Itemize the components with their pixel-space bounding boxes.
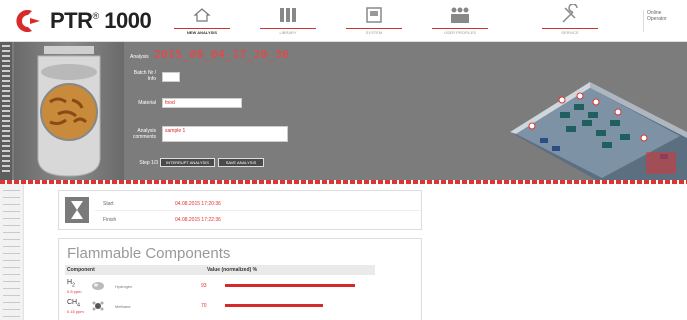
system-icon [366, 7, 382, 23]
library-icon [280, 8, 296, 22]
analysis-label: Analysis [130, 54, 149, 60]
home-icon [193, 8, 211, 22]
finish-label: Finish [103, 217, 117, 223]
plant-3d-view [510, 82, 687, 182]
user-status[interactable]: Online Operator [643, 10, 683, 32]
logo-trademark: ® [92, 11, 100, 21]
nav-label: NEW ANALYSIS [174, 28, 230, 35]
nav-label: SERVICE [542, 28, 598, 35]
divider [95, 210, 421, 211]
flammable-components-card: Flammable Components Component Value (no… [58, 238, 422, 320]
interrupt-analysis-button[interactable]: INTERRUPT ANALYSIS [160, 158, 215, 167]
component-name: Hydrogen [115, 284, 133, 289]
finish-value: 04.08.2015 17:22:36 [175, 217, 221, 223]
component-formula: H2 0.5 ppm [67, 279, 81, 294]
nav-service[interactable]: SERVICE [534, 2, 606, 40]
analysis-form: Analysis 2015_08_04_17_20_36 [130, 48, 310, 61]
nav-label: LIBRARY [260, 28, 316, 35]
material-label: Material [138, 100, 156, 106]
component-bar [225, 304, 323, 307]
component-name: Methane [115, 304, 131, 309]
batch-input[interactable] [162, 72, 180, 82]
analysis-status-card: Start 04.08.2015 17:20:36 Finish 04.08.2… [58, 190, 422, 230]
logo-number: 1000 [104, 8, 152, 33]
methane-icon [92, 301, 104, 311]
flammable-title: Flammable Components [67, 245, 231, 262]
top-navigation-bar: PTR® 1000 NEW ANALYSIS LIBRARY SYSTEM US… [0, 0, 687, 42]
hourglass-icon [65, 197, 89, 223]
sample-vessel-image [14, 42, 124, 182]
nav-system[interactable]: SYSTEM [338, 2, 410, 40]
component-formula: CH4 0.15 ppm [67, 299, 84, 314]
analysis-row: Analysis 2015_08_04_17_20_36 [130, 48, 310, 61]
material-input[interactable]: food [162, 98, 242, 108]
panel-sidebar-strip [0, 42, 12, 182]
component-value: 93 [201, 283, 207, 289]
col-value: Value (normalized) % [207, 267, 258, 273]
component-row: CH4 0.15 ppm Methane 70 [65, 299, 385, 317]
start-value: 04.08.2015 17:20:36 [175, 201, 221, 207]
formula-text: CH [67, 299, 78, 306]
user-status-line2: Operator [647, 16, 667, 22]
service-icon [562, 4, 578, 23]
component-bar [225, 284, 355, 287]
left-sidebar [0, 184, 24, 320]
logo-text: PTR [50, 8, 93, 33]
analysis-id: 2015_08_04_17_20_36 [154, 48, 290, 61]
component-ppm: 0.5 ppm [67, 289, 82, 295]
users-icon [451, 7, 469, 23]
formula-sub: 2 [72, 282, 75, 289]
nav-new-analysis[interactable]: NEW ANALYSIS [166, 2, 238, 40]
nav-library[interactable]: LIBRARY [252, 2, 324, 40]
hydrogen-icon [92, 282, 104, 290]
components-table-header: Component Value (normalized) % [65, 265, 375, 275]
component-row: H2 0.5 ppm Hydrogen 93 [65, 279, 385, 297]
nav-label: USER PROFILES [432, 28, 488, 35]
component-ppm: 0.15 ppm [67, 309, 84, 315]
comment-input[interactable]: sample 1 [162, 126, 288, 142]
logo[interactable]: PTR® 1000 [10, 8, 152, 34]
col-component: Component [67, 267, 95, 273]
panel-separator [0, 180, 687, 184]
ptr-logo-icon [16, 10, 40, 32]
nav-user-profiles[interactable]: USER PROFILES [424, 2, 496, 40]
step-label: Step 1/3 [139, 160, 158, 166]
formula-sub: 4 [77, 302, 80, 309]
component-value: 70 [201, 303, 207, 309]
comment-label: Analysis comments [132, 128, 156, 140]
start-label: Start [103, 201, 114, 207]
save-analysis-button[interactable]: SAVE ANALYSIS [218, 158, 264, 167]
batch-label: Batch Nr / Info [133, 70, 156, 82]
analysis-panel: Analysis 2015_08_04_17_20_36 Batch Nr / … [0, 42, 687, 182]
nav-label: SYSTEM [346, 28, 402, 35]
